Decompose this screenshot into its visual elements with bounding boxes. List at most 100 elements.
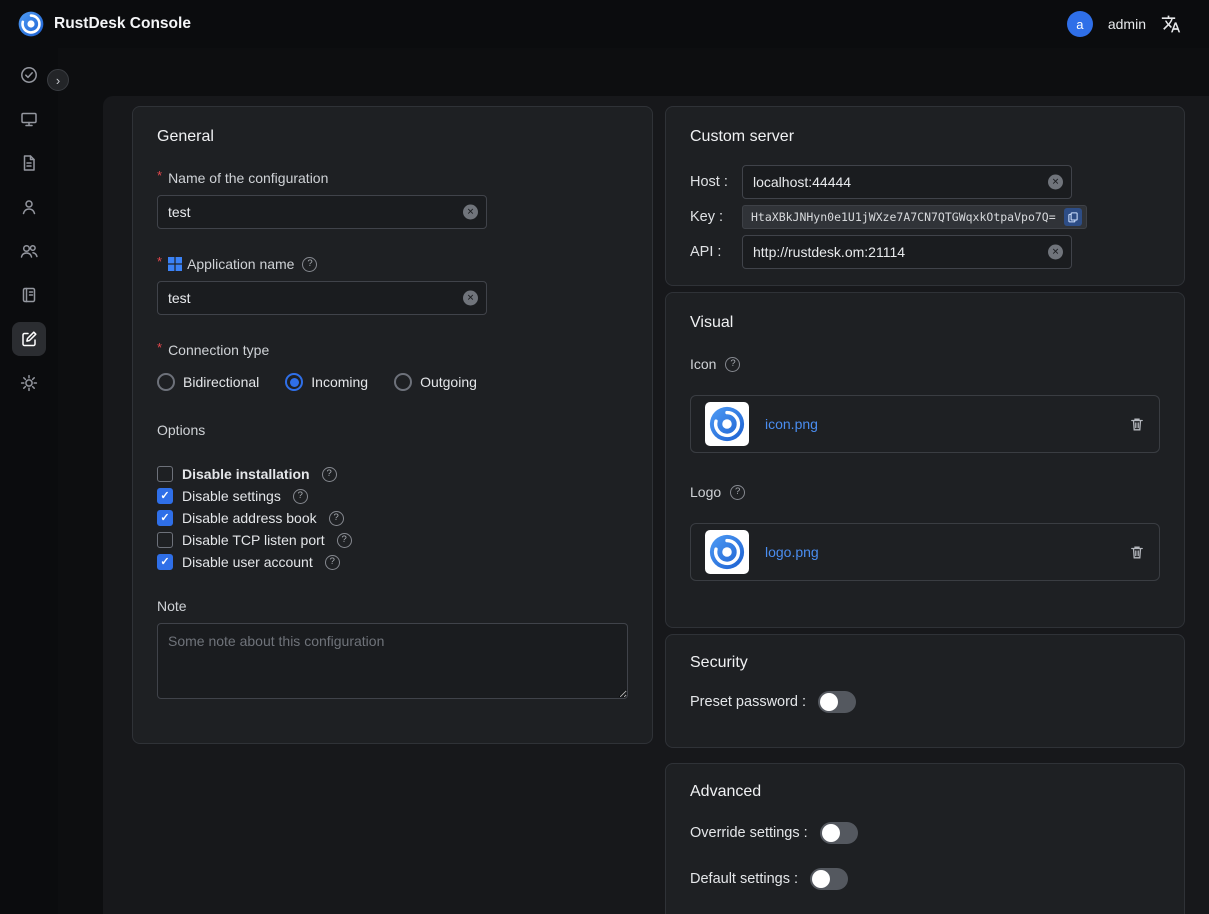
- help-icon[interactable]: ?: [302, 257, 317, 272]
- checkbox[interactable]: ✓: [157, 532, 173, 548]
- checkbox[interactable]: ✓: [157, 510, 173, 526]
- help-icon[interactable]: ?: [730, 485, 745, 500]
- name-input[interactable]: [157, 195, 487, 229]
- preset-password-row: Preset password :: [690, 691, 1160, 713]
- name-field: ✕: [157, 195, 487, 229]
- checkbox-disable-address-book[interactable]: ✓ Disable address book ?: [157, 507, 628, 529]
- check-icon: ✓: [160, 513, 169, 524]
- application-name-input[interactable]: [157, 281, 487, 315]
- checkbox[interactable]: ✓: [157, 554, 173, 570]
- clear-icon[interactable]: ✕: [463, 291, 478, 306]
- help-icon[interactable]: ?: [725, 357, 740, 372]
- security-card: Security Preset password :: [665, 634, 1185, 748]
- override-settings-row: Override settings :: [690, 822, 1160, 844]
- key-field[interactable]: HtaXBkJNHyn0e1U1jWXze7A7CN7QTGWqxkOtpaVp…: [742, 205, 1087, 229]
- default-settings-toggle[interactable]: [810, 868, 848, 890]
- note-textarea[interactable]: [157, 623, 628, 699]
- app-header: RustDesk Console a admin: [0, 0, 1209, 48]
- icon-label: Icon ?: [690, 355, 1160, 373]
- name-label: * Name of the configuration: [157, 169, 628, 187]
- edit-icon: [12, 322, 46, 356]
- sidebar-item-audit[interactable]: [0, 141, 58, 185]
- sidebar-item-users[interactable]: [0, 185, 58, 229]
- file-icon: [12, 146, 46, 180]
- check-icon: ✓: [160, 557, 169, 568]
- logo-file-link[interactable]: logo.png: [765, 544, 819, 560]
- help-icon[interactable]: ?: [329, 511, 344, 526]
- api-label: API :: [690, 244, 742, 260]
- checkbox-disable-tcp-listen-port[interactable]: ✓ Disable TCP listen port ?: [157, 529, 628, 551]
- clear-icon[interactable]: ✕: [1048, 245, 1063, 260]
- override-settings-toggle[interactable]: [820, 822, 858, 844]
- key-value[interactable]: HtaXBkJNHyn0e1U1jWXze7A7CN7QTGWqxkOtpaVp…: [751, 210, 1060, 224]
- icon-upload-box[interactable]: icon.png: [690, 395, 1160, 453]
- note-label: Note: [157, 597, 628, 615]
- radio-outgoing[interactable]: Outgoing: [394, 373, 477, 391]
- sidebar-expand-button[interactable]: ›: [47, 69, 69, 91]
- application-name-label: * Application name ?: [157, 255, 628, 273]
- required-mark: *: [157, 253, 162, 271]
- icon-thumbnail: [705, 402, 749, 446]
- checkbox-disable-user-account[interactable]: ✓ Disable user account ?: [157, 551, 628, 573]
- connection-type-label: * Connection type: [157, 341, 628, 359]
- radio-dot[interactable]: [394, 373, 412, 391]
- windows-icon: [168, 257, 182, 271]
- host-input[interactable]: [742, 165, 1072, 199]
- check-icon: ✓: [160, 491, 169, 502]
- help-icon[interactable]: ?: [325, 555, 340, 570]
- sidebar-item-devices[interactable]: [0, 97, 58, 141]
- preset-password-label: Preset password :: [690, 694, 806, 710]
- user-menu[interactable]: admin: [1108, 16, 1146, 32]
- logo-upload-box[interactable]: logo.png: [690, 523, 1160, 581]
- default-settings-label: Default settings :: [690, 871, 798, 887]
- icon-file-link[interactable]: icon.png: [765, 416, 818, 432]
- sidebar-item-groups[interactable]: [0, 229, 58, 273]
- main-content: General * Name of the configuration ✕ * …: [103, 96, 1209, 914]
- checkbox-disable-installation[interactable]: ✓ Disable installation ?: [157, 463, 628, 485]
- radio-dot[interactable]: [285, 373, 303, 391]
- sidebar: [0, 48, 58, 914]
- monitor-icon: [12, 102, 46, 136]
- avatar[interactable]: a: [1067, 11, 1093, 37]
- key-label: Key :: [690, 209, 742, 225]
- help-icon[interactable]: ?: [322, 467, 337, 482]
- custom-server-title: Custom server: [690, 127, 1160, 147]
- sidebar-item-custom-clients[interactable]: [0, 317, 58, 361]
- rustdesk-logo-icon: [18, 11, 44, 37]
- radio-dot[interactable]: [157, 373, 175, 391]
- sidebar-item-settings[interactable]: [0, 361, 58, 405]
- sidebar-item-address-books[interactable]: [0, 273, 58, 317]
- required-mark: *: [157, 339, 162, 357]
- dashboard-icon: [12, 58, 46, 92]
- radio-bidirectional[interactable]: Bidirectional: [157, 373, 259, 391]
- checkbox-disable-settings[interactable]: ✓ Disable settings ?: [157, 485, 628, 507]
- preset-password-toggle[interactable]: [818, 691, 856, 713]
- help-icon[interactable]: ?: [293, 489, 308, 504]
- api-input[interactable]: [742, 235, 1072, 269]
- advanced-title: Advanced: [690, 782, 1160, 802]
- radio-incoming[interactable]: Incoming: [285, 373, 368, 391]
- logo-label: Logo ?: [690, 483, 1160, 501]
- host-field: ✕: [742, 165, 1072, 199]
- logo-thumbnail: [705, 530, 749, 574]
- default-settings-row: Default settings :: [690, 868, 1160, 890]
- help-icon[interactable]: ?: [337, 533, 352, 548]
- advanced-card: Advanced Override settings : Default set…: [665, 763, 1185, 914]
- clear-icon[interactable]: ✕: [1048, 175, 1063, 190]
- page-title: RustDesk Console: [54, 15, 191, 33]
- delete-icon[interactable]: [1129, 416, 1145, 432]
- options-label: Options: [157, 421, 628, 439]
- gear-icon: [12, 366, 46, 400]
- checkbox[interactable]: ✓: [157, 466, 173, 482]
- copy-icon[interactable]: [1064, 208, 1082, 226]
- checkbox[interactable]: ✓: [157, 488, 173, 504]
- general-title: General: [157, 127, 628, 147]
- clear-icon[interactable]: ✕: [463, 205, 478, 220]
- required-mark: *: [157, 167, 162, 185]
- users-icon: [12, 234, 46, 268]
- delete-icon[interactable]: [1129, 544, 1145, 560]
- host-row: Host : ✕: [690, 165, 1160, 199]
- language-icon[interactable]: [1161, 14, 1181, 34]
- visual-card: Visual Icon ? icon.png Log: [665, 292, 1185, 628]
- override-settings-label: Override settings :: [690, 825, 808, 841]
